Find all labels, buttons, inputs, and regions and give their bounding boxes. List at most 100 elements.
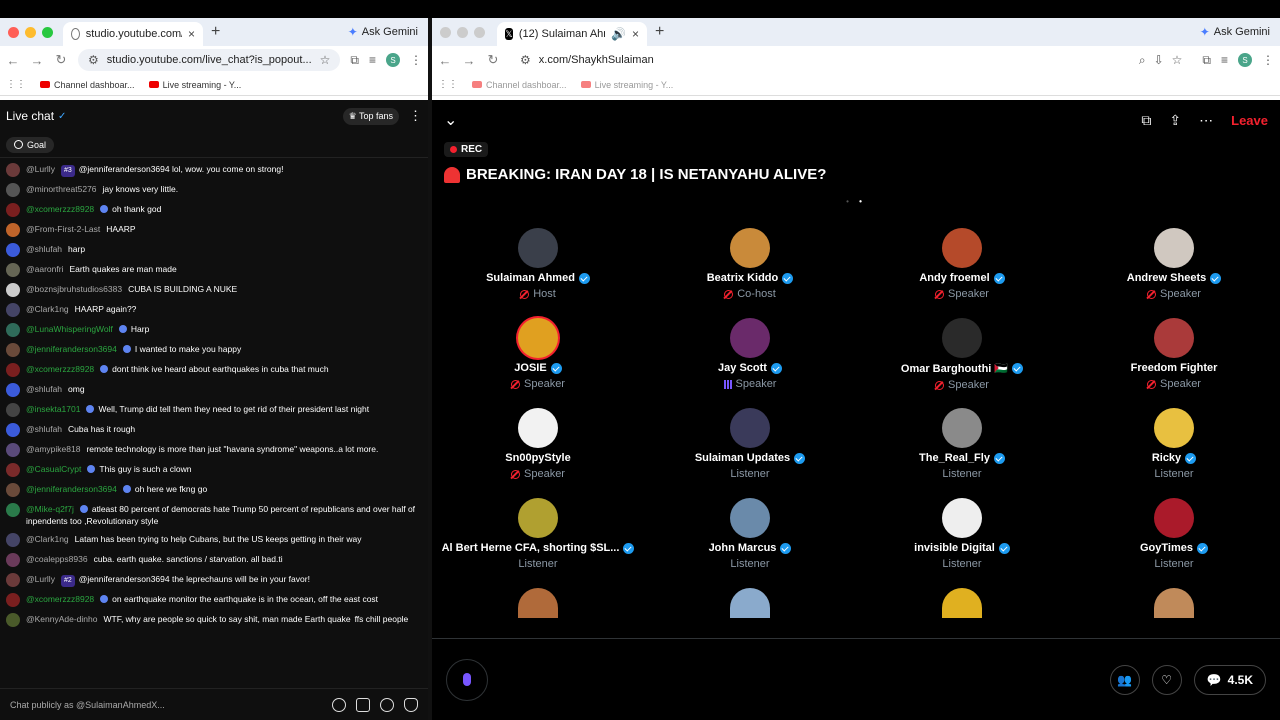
chat-author[interactable]: @coalepps8936 [26,554,88,564]
top-fans-button[interactable]: ♛ Top fans [342,107,399,125]
install-icon[interactable]: ⇩ [1154,53,1164,67]
apps-grid-icon[interactable]: ⋮⋮ [6,79,26,90]
back-icon[interactable]: ← [438,53,452,68]
avatar[interactable] [6,533,20,547]
bookmark-star-icon[interactable]: ☆ [320,53,331,67]
bookmark-channel-dashboard[interactable]: Channel dashboar... [40,80,135,90]
avatar[interactable] [6,383,20,397]
new-tab-button[interactable]: + [203,23,228,41]
bookmark-star-icon[interactable]: ☆ [1172,53,1183,67]
participant-avatar[interactable] [518,318,558,358]
heart-icon[interactable] [404,697,418,712]
avatar[interactable] [6,223,20,237]
participant-avatar[interactable] [518,228,558,268]
participant-card[interactable]: John Marcus Listener [644,498,856,580]
menu-icon[interactable]: ⋮ [410,53,422,67]
minimize-window-button[interactable] [25,26,36,38]
avatar[interactable] [6,163,20,177]
participant-card[interactable]: Sn00pyStyle Speaker [432,408,644,490]
more-icon[interactable]: ⋯ [1199,112,1213,129]
participant-card[interactable]: Andy froemel Speaker [856,228,1068,310]
profile-avatar[interactable]: S [1238,53,1252,67]
avatar[interactable] [6,463,20,477]
participant-avatar[interactable] [942,408,982,448]
participant-avatar[interactable] [730,498,770,538]
chat-author[interactable]: @KennyAde-dinho [26,614,97,624]
profile-avatar[interactable]: S [386,53,400,67]
avatar[interactable] [6,503,20,517]
site-info-icon[interactable]: ⚙ [520,53,531,67]
chat-author[interactable]: @jenniferanderson3694 [26,344,117,354]
people-icon[interactable]: 👥 [1109,664,1140,695]
participant-card[interactable]: Ricky Listener [1068,408,1280,490]
forward-icon[interactable]: → [462,53,476,68]
bookmark-live-streaming[interactable]: Live streaming - Y... [148,80,241,90]
chat-author[interactable]: @jenniferanderson3694 [26,484,117,494]
leave-button[interactable]: Leave [1231,113,1268,128]
chat-author[interactable]: @LunaWhisperingWolf [26,324,113,334]
participant-card-partial[interactable] [432,588,644,618]
avatar[interactable] [6,443,20,457]
extensions-icon[interactable]: ⧉ [350,53,359,68]
close-window-button[interactable] [8,26,19,38]
ask-gemini-button[interactable]: ✦ Ask Gemini [1200,25,1270,39]
avatar[interactable] [6,243,20,257]
close-tab-icon[interactable]: × [188,27,195,41]
chat-input[interactable]: Chat publicly as @SulaimanAhmedX... [10,700,322,710]
maximize-window-button[interactable] [42,26,53,38]
emoji-icon[interactable] [332,697,346,712]
avatar[interactable] [6,183,20,197]
extensions-icon[interactable]: ⧉ [1202,53,1211,68]
chat-author[interactable]: @Lurlly [26,164,55,174]
ask-gemini-button[interactable]: ✦ Ask Gemini [348,25,418,39]
mic-button[interactable] [446,658,488,701]
avatar[interactable] [6,573,20,587]
participant-card[interactable]: JOSIE Speaker [432,318,644,400]
avatar[interactable] [6,593,20,607]
back-icon[interactable]: ← [6,53,20,68]
chat-author[interactable]: @From-First-2-Last [26,224,100,234]
participant-card[interactable]: GoyTimes Listener [1068,498,1280,580]
comments-button[interactable]: 💬 4.5K [1193,664,1266,695]
participant-avatar[interactable] [942,498,982,538]
url-input[interactable]: ⚙ x.com/ShaykhSulaiman ⌕ ⇩ ☆ [510,49,1193,71]
chat-author[interactable]: @minorthreat5276 [26,184,97,194]
reload-icon[interactable]: ↻ [54,52,68,68]
chat-author[interactable]: @boznsjbruhstudios6383 [26,284,122,294]
participant-card[interactable]: invisible Digital Listener [856,498,1068,580]
avatar[interactable] [6,423,20,437]
participant-avatar[interactable] [942,228,982,268]
participant-avatar[interactable] [1154,408,1194,448]
chat-menu-icon[interactable]: ⋮ [409,108,422,124]
participant-avatar[interactable] [730,228,770,268]
participant-avatar[interactable] [1154,588,1194,618]
participant-card[interactable]: Beatrix Kiddo Co-host [644,228,856,310]
site-info-icon[interactable]: ⚙ [88,53,99,67]
close-window-button[interactable] [440,26,451,38]
chat-author[interactable]: @insekta1701 [26,404,80,414]
avatar[interactable] [6,203,20,217]
participant-avatar[interactable] [730,408,770,448]
participant-card[interactable]: Sulaiman Ahmed Host [432,228,644,310]
chat-author[interactable]: @Clark1ng [26,304,69,314]
forward-icon[interactable]: → [30,53,44,68]
chat-author[interactable]: @shlufah [26,424,62,434]
chat-author[interactable]: @amypike818 [26,444,80,454]
participant-card[interactable]: Freedom Fighter Speaker [1068,318,1280,400]
chat-author[interactable]: @Clark1ng [26,534,69,544]
participant-card[interactable]: Omar Barghouthi 🇵🇸 Speaker [856,318,1068,400]
goal-button[interactable]: Goal [6,136,55,153]
reload-icon[interactable]: ↻ [486,52,500,68]
avatar[interactable] [6,553,20,567]
participant-avatar[interactable] [730,318,770,358]
participant-card-partial[interactable] [644,588,856,618]
chat-author[interactable]: @CasualCrypt [26,464,81,474]
participant-card[interactable]: Andrew Sheets Speaker [1068,228,1280,310]
url-input[interactable]: ⚙ studio.youtube.com/live_chat?is_popout… [78,49,341,71]
add-icon[interactable] [380,697,394,712]
avatar[interactable] [6,283,20,297]
participant-card[interactable]: Jay Scott Speaker [644,318,856,400]
participant-avatar[interactable] [730,588,770,618]
participant-card-partial[interactable] [856,588,1068,618]
tab-search-icon[interactable]: ≡ [1221,53,1228,67]
